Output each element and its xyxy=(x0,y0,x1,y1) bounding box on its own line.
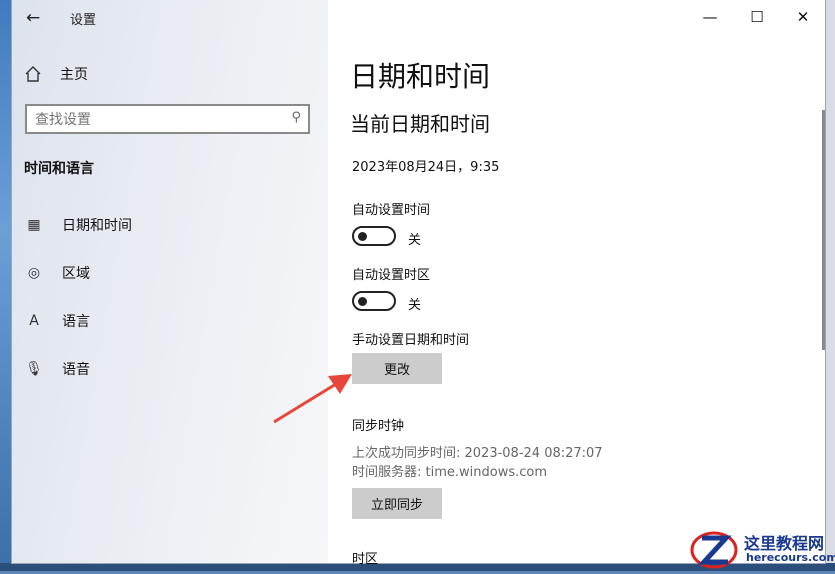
sidebar: 主页 ⚲ 时间和语言 ▦ 日期和时间 ◎ 区域 A 语言 🎙 语音 xyxy=(12,0,328,563)
watermark-logo: 这里教程网 herecours.com xyxy=(688,526,835,571)
time-server-text: 时间服务器: time.windows.com xyxy=(352,465,548,480)
toggle-knob xyxy=(358,297,367,306)
auto-time-state: 关 xyxy=(408,233,422,248)
microphone-icon: 🎙 xyxy=(25,361,43,377)
sync-now-button[interactable]: 立即同步 xyxy=(352,488,442,519)
auto-time-toggle[interactable] xyxy=(352,226,396,246)
sidebar-item-home[interactable]: 主页 xyxy=(24,63,314,85)
sidebar-item-label: 语音 xyxy=(62,362,90,378)
watermark-emblem-icon xyxy=(690,531,738,569)
main-content: 日期和时间 当前日期和时间 2023年08月24日，9:35 自动设置时间 关 … xyxy=(328,0,825,567)
change-button[interactable]: 更改 xyxy=(352,353,442,384)
calendar-clock-icon: ▦ xyxy=(27,217,41,233)
last-sync-text: 上次成功同步时间: 2023-08-24 08:27:07 xyxy=(352,446,603,461)
auto-timezone-state: 关 xyxy=(408,298,422,313)
search-box[interactable]: ⚲ xyxy=(25,104,310,134)
settings-window: 主页 ⚲ 时间和语言 ▦ 日期和时间 ◎ 区域 A 语言 🎙 语音 ← 设置 —… xyxy=(12,0,825,567)
search-input[interactable] xyxy=(27,106,277,134)
current-datetime: 2023年08月24日，9:35 xyxy=(352,160,500,175)
back-arrow-icon[interactable]: ← xyxy=(26,8,46,28)
globe-icon: ◎ xyxy=(27,265,41,281)
desktop-background-right xyxy=(825,0,835,571)
sidebar-item-label: 区域 xyxy=(62,266,90,282)
sidebar-item-language[interactable]: A 语言 xyxy=(24,309,314,333)
language-icon: A xyxy=(29,313,39,329)
sidebar-item-date-time[interactable]: ▦ 日期和时间 xyxy=(24,213,314,237)
section-title: 当前日期和时间 xyxy=(350,112,490,136)
toggle-knob xyxy=(358,232,367,241)
search-icon[interactable]: ⚲ xyxy=(291,110,301,125)
home-icon xyxy=(25,66,41,82)
auto-timezone-label: 自动设置时区 xyxy=(352,268,431,283)
window-title: 设置 xyxy=(70,13,97,28)
auto-timezone-toggle[interactable] xyxy=(352,291,396,311)
sidebar-home-label: 主页 xyxy=(60,67,88,83)
scrollbar[interactable] xyxy=(822,110,825,350)
sidebar-item-label: 语言 xyxy=(62,314,90,330)
desktop-background-left xyxy=(0,0,12,571)
sidebar-section-title: 时间和语言 xyxy=(24,161,94,177)
annotation-arrow-icon xyxy=(273,374,352,424)
watermark-url: herecours.com xyxy=(746,551,835,564)
sidebar-item-region[interactable]: ◎ 区域 xyxy=(24,261,314,285)
auto-time-label: 自动设置时间 xyxy=(352,203,431,218)
timezone-label: 时区 xyxy=(352,552,379,567)
sidebar-item-label: 日期和时间 xyxy=(62,218,132,234)
page-title: 日期和时间 xyxy=(350,60,491,93)
manual-datetime-label: 手动设置日期和时间 xyxy=(352,333,470,348)
